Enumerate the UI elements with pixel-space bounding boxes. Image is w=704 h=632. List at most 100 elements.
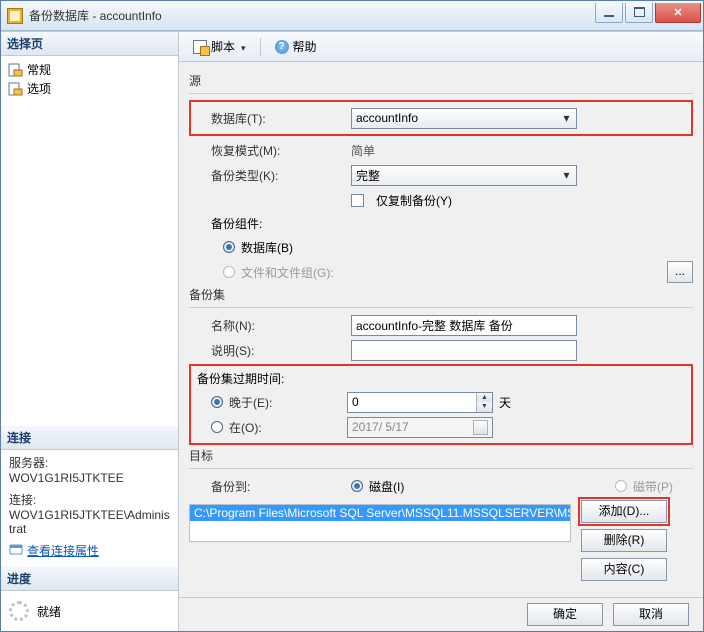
expire-on-radio[interactable] [211,421,223,433]
page-icon [7,81,23,97]
divider [189,307,693,308]
copy-only-row: 仅复制备份(Y) [211,189,693,211]
database-select[interactable]: accountInfo ▾ [351,108,577,129]
backup-type-value: 完整 [356,167,380,184]
database-icon [7,8,23,24]
component-database-radio[interactable] [223,241,235,253]
chevron-down-icon: ▾ [559,111,574,125]
copy-only-label: 仅复制备份(Y) [376,192,452,209]
backup-to-disk-radio[interactable] [351,480,363,492]
backup-type-select[interactable]: 完整 ▾ [351,165,577,186]
progress-status: 就绪 [37,603,61,620]
expire-highlight: 备份集过期时间: 晚于(E): 0 ▲▼ 天 [189,364,693,445]
backup-type-label: 备份类型(K): [211,167,351,184]
link-icon [9,542,23,559]
destination-list[interactable]: C:\Program Files\Microsoft SQL Server\MS… [189,504,571,542]
window-title: 备份数据库 - accountInfo [29,7,595,24]
sidebar-page-options[interactable]: 选项 [3,79,176,98]
view-connection-properties-link[interactable]: 查看连接属性 [9,542,170,559]
remove-button[interactable]: 删除(R) [581,529,667,552]
expire-after-row: 晚于(E): 0 ▲▼ 天 [211,391,685,413]
cancel-button[interactable]: 取消 [613,603,689,626]
page-icon [7,62,23,78]
component-database-row: 数据库(B) [211,236,693,258]
expire-on-label: 在(O): [229,419,347,436]
recovery-mode-label: 恢复模式(M): [211,142,351,159]
add-button[interactable]: 添加(D)... [581,500,667,523]
expire-after-label: 晚于(E): [229,394,347,411]
maximize-button[interactable] [625,3,653,23]
close-button[interactable] [655,3,701,23]
component-database-label: 数据库(B) [241,239,293,256]
server-label: 服务器: [9,454,170,471]
connection-value: WOV1G1RI5JTKTEE\Administrat [9,508,170,536]
component-filegroup-radio [223,266,235,278]
expire-on-date: 2017/ 5/17 [347,417,493,438]
progress-spinner-icon [9,601,29,621]
recovery-mode-value: 简单 [351,142,375,159]
description-input[interactable] [351,340,577,361]
toolbar: 脚本 ? 帮助 [179,32,703,62]
expire-after-input[interactable]: 0 ▲▼ [347,392,493,413]
description-label: 说明(S): [211,342,351,359]
backup-to-row: 备份到: 磁盘(I) 磁带(P) [211,475,693,497]
backup-to-disk-label: 磁盘(I) [369,478,404,495]
divider [189,468,693,469]
destination-buttons: 添加(D)... 删除(R) 内容(C) [581,500,667,581]
server-value: WOV1G1RI5JTKTEE [9,471,170,485]
ok-button[interactable]: 确定 [527,603,603,626]
name-label: 名称(N): [211,317,351,334]
backup-type-row: 备份类型(K): 完整 ▾ [211,164,693,186]
backup-set-header: 备份集 [189,286,693,303]
component-filegroup-row: 文件和文件组(G): ... [211,261,693,283]
script-button[interactable]: 脚本 [187,36,252,57]
progress-header: 进度 [1,567,178,591]
expire-header: 备份集过期时间: [197,370,685,387]
toolbar-separator [260,38,261,56]
expire-after-unit: 天 [499,394,511,411]
sidebar-page-general[interactable]: 常规 [3,60,176,79]
sidebar-page-label: 选项 [27,80,51,97]
name-row: 名称(N): [211,314,693,336]
expire-on-value: 2017/ 5/17 [352,420,409,434]
component-filegroup-label: 文件和文件组(G): [241,264,334,281]
name-input[interactable] [351,315,577,336]
database-row: 数据库(T): accountInfo ▾ [211,107,685,129]
script-label: 脚本 [211,38,235,55]
script-icon [193,40,207,54]
chevron-down-icon: ▾ [559,168,574,182]
expire-after-value: 0 [352,395,476,409]
help-icon: ? [275,40,289,54]
description-row: 说明(S): [211,339,693,361]
titlebar[interactable]: 备份数据库 - accountInfo [1,1,703,31]
progress-body: 就绪 [1,591,178,631]
database-row-highlight: 数据库(T): accountInfo ▾ [189,100,693,136]
copy-only-checkbox[interactable] [351,194,364,207]
form-content: 源 数据库(T): accountInfo ▾ 恢复模式(M [179,62,703,597]
divider [189,93,693,94]
filegroup-browse-button[interactable]: ... [667,261,693,283]
destination-header: 目标 [189,447,693,464]
contents-button[interactable]: 内容(C) [581,558,667,581]
help-label: 帮助 [293,38,317,55]
minimize-button[interactable] [595,3,623,23]
connection-label: 连接: [9,491,170,508]
source-header: 源 [189,72,693,89]
backup-database-window: 备份数据库 - accountInfo 选择页 常规 选项 连接 [0,0,704,632]
dialog-footer: 确定 取消 [179,597,703,631]
window-body: 选择页 常规 选项 连接 服务器: WOV1G1RI5JTKTEE 连接: WO… [1,31,703,631]
help-button[interactable]: ? 帮助 [269,36,323,57]
database-value: accountInfo [356,111,418,125]
backup-to-label: 备份到: [211,478,351,495]
chevron-down-icon [239,40,246,54]
expire-after-radio[interactable] [211,396,223,408]
date-dropdown-icon [473,420,488,435]
database-label: 数据库(T): [211,110,351,127]
spinner-buttons[interactable]: ▲▼ [476,393,492,412]
page-list: 常规 选项 [1,56,178,102]
recovery-mode-row: 恢复模式(M): 简单 [211,139,693,161]
destination-item[interactable]: C:\Program Files\Microsoft SQL Server\MS… [190,505,571,521]
sidebar-page-label: 常规 [27,61,51,78]
connection-info: 服务器: WOV1G1RI5JTKTEE 连接: WOV1G1RI5JTKTEE… [1,450,178,567]
expire-on-row: 在(O): 2017/ 5/17 [211,416,685,438]
